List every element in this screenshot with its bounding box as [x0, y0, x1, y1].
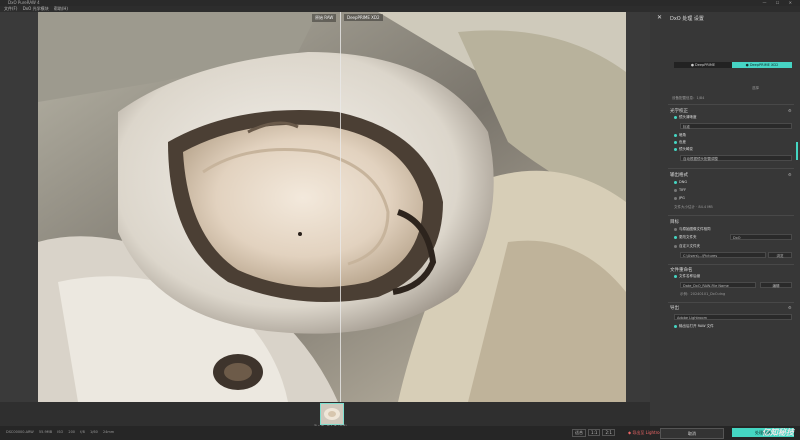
sharpness-dropdown[interactable]: 标准: [680, 123, 792, 129]
separator: [668, 168, 794, 169]
oyster-photo-image: [38, 12, 626, 402]
rename-heading: 文件重命名: [670, 268, 693, 273]
export-gear-icon[interactable]: ⚙: [788, 305, 792, 310]
optics-option-chromatic[interactable]: 色差: [674, 140, 686, 145]
option-label: 与原始图像文件相同: [679, 227, 711, 231]
settings-panel: ✕ DxO 处理 设置 ● DeepPRIME ● DeepPRIME XD2 …: [650, 12, 800, 426]
optics-heading: 光学校正: [670, 109, 688, 114]
optics-option-sharpness[interactable]: 镜头清晰度: [674, 115, 697, 120]
optics-option-vignetting[interactable]: 暗角: [674, 133, 686, 138]
panel-title: DxO 处理 设置: [670, 16, 704, 22]
file-name: DSC00000.ARW: [6, 430, 34, 434]
shutter-value: 1/60: [89, 430, 98, 434]
separator: [668, 215, 794, 216]
option-label: 更改文件夹: [679, 235, 697, 239]
focal-length-value: 24mm: [102, 430, 115, 434]
radio-dot-icon: [674, 188, 677, 192]
custom-folder-field[interactable]: C:\Users\...\Pictures: [680, 252, 766, 258]
optics-option-distortion[interactable]: 镜头畸变: [674, 147, 693, 152]
destination-option-same[interactable]: 与原始图像文件相同: [674, 227, 711, 232]
radio-dot-icon: [674, 235, 677, 239]
output-option-tiff[interactable]: TIFF: [674, 188, 686, 192]
radio-dot-icon: [674, 227, 677, 231]
toggle-dot-icon: [674, 140, 677, 144]
status-bar: DSC00000.ARW 55.9MB ISO 200 f/8 1/60 24m…: [0, 426, 800, 440]
toggle-dot-icon: [674, 147, 677, 151]
filmstrip-thumbnail[interactable]: [320, 403, 344, 425]
export-heading: 导出: [670, 306, 679, 311]
iso-value: ISO 200: [57, 430, 76, 434]
rename-pattern-field[interactable]: Date_DxO_RAW-File Name: [680, 282, 756, 288]
output-size-note: 文件大小估计 · 84.4 MB: [674, 205, 713, 209]
image-viewer[interactable]: 原始 RAW DeepPRIME XD2: [0, 12, 650, 402]
zoom-fit-button[interactable]: 适合: [572, 429, 586, 437]
rename-edit-button[interactable]: 编辑: [760, 282, 792, 288]
toggle-dot-icon: [674, 115, 677, 119]
separator: [668, 302, 794, 303]
option-label: 自定义文件夹: [679, 244, 700, 248]
denoise-mode-selector[interactable]: ● DeepPRIME ● DeepPRIME XD2: [674, 62, 792, 68]
output-option-dng[interactable]: DNG: [674, 180, 687, 184]
option-label: JPG: [679, 196, 685, 200]
zoom-2to1-button[interactable]: 2:1: [602, 429, 615, 436]
toggle-dot-icon: [674, 274, 677, 278]
option-label: 文件名称后缀: [679, 274, 700, 278]
compare-divider[interactable]: [340, 12, 341, 402]
open-raw-option[interactable]: 输出后打开 RAW 文件: [674, 324, 714, 329]
separator: [668, 104, 794, 105]
destination-option-subfolder[interactable]: 更改文件夹: [674, 235, 697, 240]
rename-example: 示例：20240101_DxO.dng: [680, 292, 726, 296]
panel-scrollbar[interactable]: [796, 142, 798, 160]
device-note: 设备配置信息：1/84: [672, 96, 705, 100]
oyster-photo[interactable]: 原始 RAW DeepPRIME XD2: [38, 12, 626, 402]
compare-label-processed: DeepPRIME XD2: [344, 14, 383, 21]
output-option-jpg[interactable]: JPG: [674, 196, 685, 200]
toggle-dot-icon: [674, 324, 677, 328]
option-label: DNG: [679, 180, 688, 184]
export-app-dropdown[interactable]: Adobe Lightroom: [674, 314, 792, 320]
option-label: 镜头畸变: [679, 147, 693, 151]
compare-label-original: 原始 RAW: [312, 14, 337, 22]
separator: [668, 264, 794, 265]
mode-deepprime[interactable]: ● DeepPRIME: [674, 62, 732, 68]
destination-option-custom[interactable]: 自定义文件夹: [674, 244, 700, 249]
file-size: 55.9MB: [38, 430, 53, 434]
distortion-dropdown[interactable]: 自动根据镜头配置调整: [680, 155, 792, 161]
mode-deepprime-xd2[interactable]: ● DeepPRIME XD2: [732, 62, 792, 68]
output-gear-icon[interactable]: ⚙: [788, 172, 792, 177]
aperture-value: f/8: [80, 430, 85, 434]
subfolder-field[interactable]: DxO: [730, 234, 792, 240]
image-info: DSC00000.ARW 55.9MB ISO 200 f/8 1/60 24m…: [6, 430, 114, 434]
radio-dot-icon: [674, 244, 677, 248]
browse-button[interactable]: 浏览: [768, 252, 792, 258]
destination-heading: 目标: [670, 220, 679, 225]
output-heading: 输出格式: [670, 173, 688, 178]
watermark-logo: 亿知秘技: [762, 428, 794, 437]
thumbnail-image: [321, 404, 343, 424]
radio-dot-icon: [674, 196, 677, 200]
option-label: 色差: [679, 140, 686, 144]
optics-gear-icon[interactable]: ⚙: [788, 108, 792, 113]
option-label: 输出后打开 RAW 文件: [679, 324, 714, 328]
cancel-button[interactable]: 取消: [660, 428, 724, 439]
option-label: 暗角: [679, 133, 686, 137]
rename-option[interactable]: 文件名称后缀: [674, 274, 700, 279]
toggle-dot-icon: [674, 133, 677, 137]
zoom-1to1-button[interactable]: 1:1: [588, 429, 601, 436]
option-label: TIFF: [679, 188, 687, 192]
radio-dot-icon: [674, 180, 677, 184]
close-icon[interactable]: ✕: [657, 14, 662, 21]
zoom-controls: 适合 1:1 2:1: [572, 429, 617, 437]
preset-dropdown[interactable]: 选择: [752, 86, 759, 91]
option-label: 镜头清晰度: [679, 115, 697, 119]
filmstrip: 第 1 张，共 1 张（已选）: [0, 402, 650, 428]
